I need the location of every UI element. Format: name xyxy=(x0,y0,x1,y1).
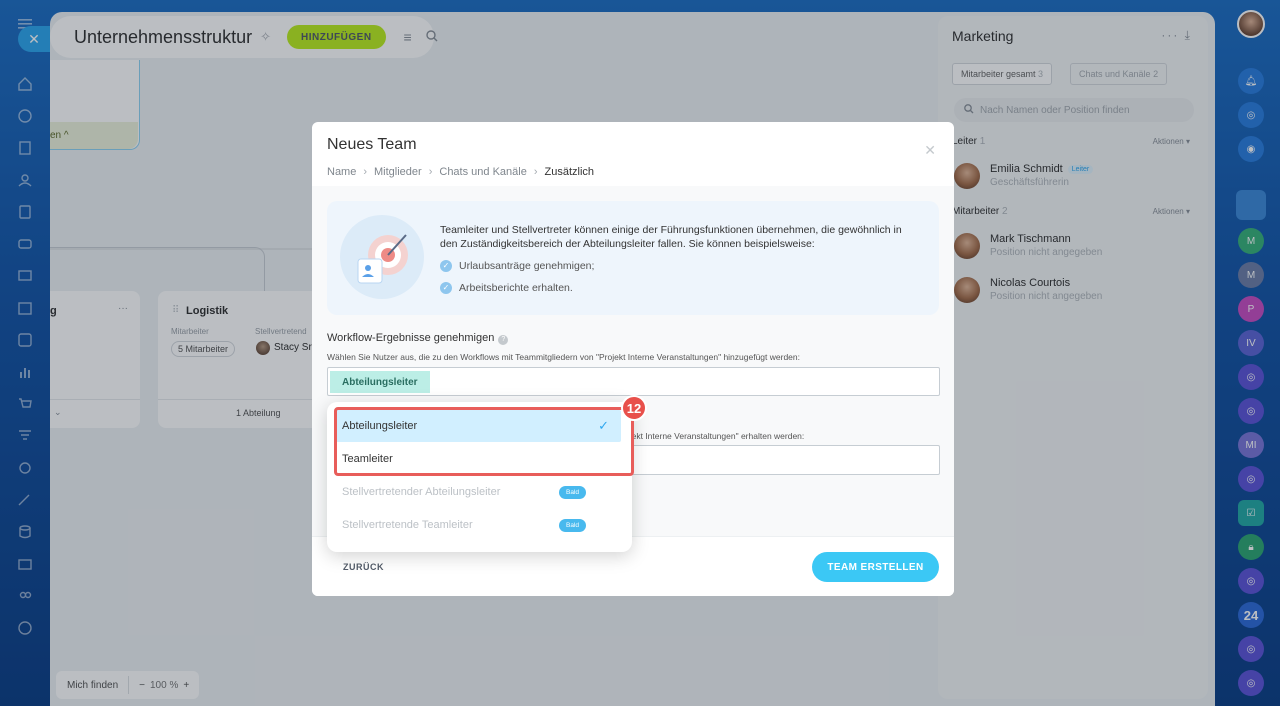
workflow-field-description: Wählen Sie Nutzer aus, die zu den Workfl… xyxy=(327,352,800,362)
dropdown-item-deputy-department-head: Stellvertretender Abteilungsleiter Bald xyxy=(336,476,621,508)
workflow-field-label: Workflow-Ergebnisse genehmigen? xyxy=(327,332,509,345)
help-icon[interactable]: ? xyxy=(498,335,509,345)
breadcrumb: Name › Mitglieder › Chats und Kanäle › Zusä… xyxy=(327,166,601,178)
info-list-item: ✓ Arbeitsberichte erhalten. xyxy=(440,281,920,295)
workflow-approvers-input[interactable]: Abteilungsleiter xyxy=(327,367,940,396)
soon-badge: Bald xyxy=(559,519,587,532)
create-team-button[interactable]: TEAM ERSTELLEN xyxy=(812,552,939,582)
check-circle-icon: ✓ xyxy=(440,260,452,272)
info-item-text: Arbeitsberichte erhalten. xyxy=(459,282,573,294)
annotation-highlight xyxy=(334,407,634,476)
info-paragraph: Teamleiter und Stellvertreter können ein… xyxy=(440,224,902,250)
dialog-title: Neues Team xyxy=(327,136,417,153)
dropdown-item-deputy-team-lead: Stellvertretende Teamleiter Bald xyxy=(336,509,621,541)
chevron-right-icon: › xyxy=(428,166,433,178)
step-members[interactable]: Mitglieder xyxy=(374,166,422,178)
selected-tag[interactable]: Abteilungsleiter xyxy=(330,371,430,393)
info-box: Teamleiter und Stellvertreter können ein… xyxy=(327,201,939,315)
reports-field-description: ojekt Interne Veranstaltungen" erhalten … xyxy=(625,431,805,441)
step-name[interactable]: Name xyxy=(327,166,356,178)
step-additional[interactable]: Zusätzlich xyxy=(545,166,595,178)
dropdown-item-label: Stellvertretender Abteilungsleiter xyxy=(342,486,501,498)
back-button[interactable]: ZURÜCK xyxy=(343,562,384,572)
target-illustration-icon xyxy=(340,215,424,299)
field-label-text: Workflow-Ergebnisse genehmigen xyxy=(327,332,495,344)
info-item-text: Urlaubsanträge genehmigen; xyxy=(459,260,595,272)
check-circle-icon: ✓ xyxy=(440,282,452,294)
soon-badge: Bald xyxy=(559,486,587,499)
annotation-step-badge: 12 xyxy=(621,395,647,421)
chevron-right-icon: › xyxy=(533,166,538,178)
reports-recipients-input[interactable] xyxy=(617,445,940,475)
close-icon[interactable]: ✕ xyxy=(924,142,936,159)
info-text: Teamleiter und Stellvertreter können ein… xyxy=(440,223,920,295)
chevron-right-icon: › xyxy=(363,166,368,178)
info-list-item: ✓ Urlaubsanträge genehmigen; xyxy=(440,259,920,273)
dropdown-item-label: Stellvertretende Teamleiter xyxy=(342,519,473,531)
step-chats[interactable]: Chats und Kanäle xyxy=(439,166,526,178)
